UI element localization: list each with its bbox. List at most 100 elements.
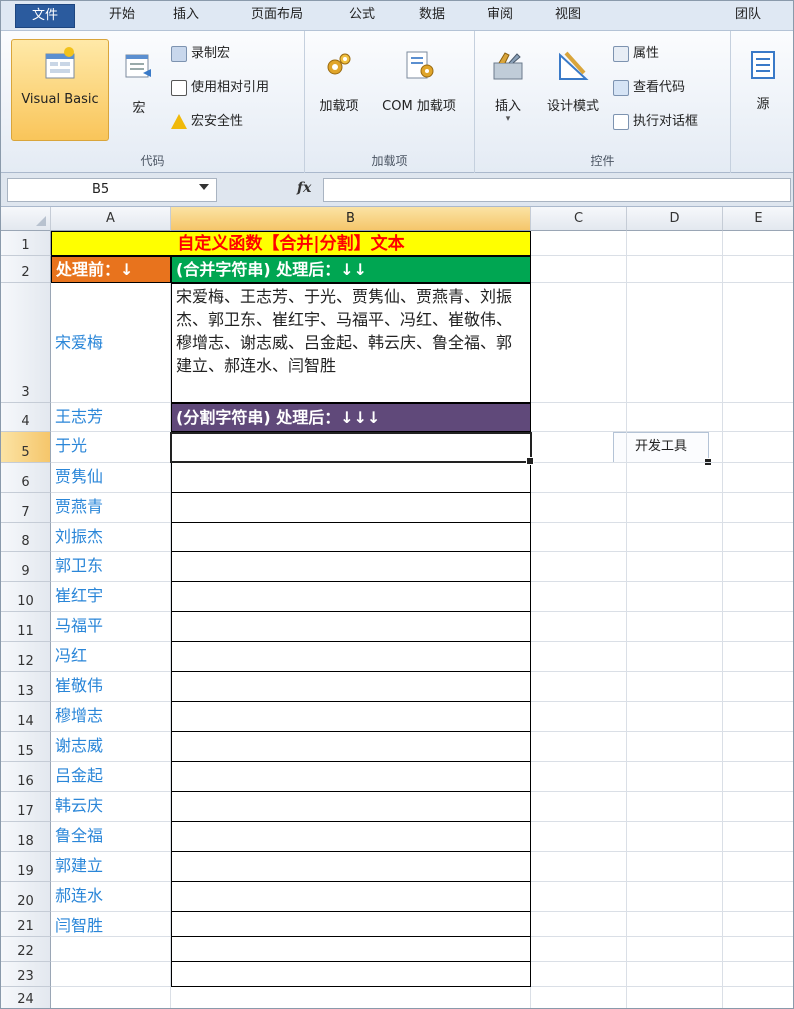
formula-input[interactable] xyxy=(323,178,791,202)
view-code-button[interactable]: 查看代码 xyxy=(613,77,685,99)
name-cell[interactable]: 王志芳 xyxy=(51,403,171,432)
split-result-cell[interactable] xyxy=(171,672,531,702)
merged-text-cell[interactable]: 宋爱梅、王志芳、于光、贾隽仙、贾燕青、刘振杰、郭卫东、崔红宇、马福平、冯红、崔敬… xyxy=(171,283,531,403)
row-header-22[interactable]: 22 xyxy=(1,937,51,962)
tab-team[interactable]: 团队 xyxy=(723,1,773,31)
addins-button[interactable]: 加载项 xyxy=(311,43,367,114)
split-result-cell[interactable] xyxy=(171,937,531,962)
name-box-dropdown-icon[interactable] xyxy=(199,184,209,190)
row-header-8[interactable]: 8 xyxy=(1,523,51,552)
name-cell[interactable]: 冯红 xyxy=(51,642,171,672)
split-result-cell[interactable] xyxy=(171,582,531,612)
row-header-18[interactable]: 18 xyxy=(1,822,51,852)
row-header-24[interactable]: 24 xyxy=(1,987,51,1008)
name-cell[interactable]: 穆增志 xyxy=(51,702,171,732)
split-label-cell[interactable]: (分割字符串) 处理后：↓↓↓ xyxy=(171,403,531,432)
name-cell[interactable]: 郭建立 xyxy=(51,852,171,882)
row-header-23[interactable]: 23 xyxy=(1,962,51,987)
column-header-c[interactable]: C xyxy=(531,207,627,231)
tab-data[interactable]: 数据 xyxy=(407,1,457,31)
split-result-cell[interactable] xyxy=(171,822,531,852)
name-cell[interactable]: 宋爱梅 xyxy=(51,283,171,403)
name-cell[interactable]: 鲁全福 xyxy=(51,822,171,852)
visual-basic-button[interactable]: Visual Basic xyxy=(11,39,109,141)
macro-security-button[interactable]: 宏安全性 xyxy=(171,111,243,133)
name-cell[interactable]: 吕金起 xyxy=(51,762,171,792)
row-header-16[interactable]: 16 xyxy=(1,762,51,792)
split-result-cell[interactable] xyxy=(171,493,531,523)
name-cell[interactable]: 于光 xyxy=(51,432,171,463)
row-header-10[interactable]: 10 xyxy=(1,582,51,612)
row-header-7[interactable]: 7 xyxy=(1,493,51,523)
insert-control-button[interactable]: 插入 ▾ xyxy=(483,43,533,124)
row-header-1[interactable]: 1 xyxy=(1,231,51,256)
name-cell[interactable]: 崔红宇 xyxy=(51,582,171,612)
tab-home[interactable]: 开始 xyxy=(97,1,147,31)
split-result-cell[interactable] xyxy=(171,732,531,762)
column-header-e[interactable]: E xyxy=(723,207,793,231)
tab-file[interactable]: 文件 xyxy=(15,4,75,28)
select-all-corner[interactable] xyxy=(1,207,51,231)
split-result-cell[interactable] xyxy=(171,912,531,937)
name-cell[interactable]: 郭卫东 xyxy=(51,552,171,582)
macros-button[interactable]: 宏 xyxy=(117,45,161,116)
row-header-13[interactable]: 13 xyxy=(1,672,51,702)
name-cell[interactable]: 崔敬伟 xyxy=(51,672,171,702)
split-result-cell[interactable] xyxy=(171,612,531,642)
name-cell[interactable]: 郝连水 xyxy=(51,882,171,912)
row-header-17[interactable]: 17 xyxy=(1,792,51,822)
column-header-a[interactable]: A xyxy=(51,207,171,231)
name-box[interactable]: B5 xyxy=(7,178,217,202)
run-dialog-button[interactable]: 执行对话框 xyxy=(613,111,698,133)
split-result-cell[interactable] xyxy=(171,642,531,672)
tab-view[interactable]: 视图 xyxy=(543,1,593,31)
split-result-cell[interactable] xyxy=(171,962,531,987)
row-header-11[interactable]: 11 xyxy=(1,612,51,642)
row-header-2[interactable]: 2 xyxy=(1,256,51,283)
row-header-4[interactable]: 4 xyxy=(1,403,51,432)
tab-page-layout[interactable]: 页面布局 xyxy=(237,1,317,31)
split-result-cell[interactable] xyxy=(171,882,531,912)
row-header-15[interactable]: 15 xyxy=(1,732,51,762)
name-cell[interactable]: 马福平 xyxy=(51,612,171,642)
row-header-19[interactable]: 19 xyxy=(1,852,51,882)
design-mode-button[interactable]: 设计模式 xyxy=(537,43,609,114)
name-cell[interactable]: 韩云庆 xyxy=(51,792,171,822)
sheet-title-cell[interactable]: 自定义函数【合并|分割】文本 xyxy=(51,231,531,256)
record-macro-button[interactable]: 录制宏 xyxy=(171,43,230,65)
row-header-12[interactable]: 12 xyxy=(1,642,51,672)
tab-insert[interactable]: 插入 xyxy=(161,1,211,31)
merge-label-cell[interactable]: (合并字符串) 处理后：↓↓ xyxy=(171,256,531,283)
row-header-6[interactable]: 6 xyxy=(1,463,51,493)
column-header-d[interactable]: D xyxy=(627,207,723,231)
name-cell[interactable]: 谢志威 xyxy=(51,732,171,762)
properties-button[interactable]: 属性 xyxy=(613,43,659,65)
split-result-cell[interactable] xyxy=(171,523,531,552)
name-cell[interactable]: 贾燕青 xyxy=(51,493,171,523)
split-result-cell[interactable] xyxy=(171,762,531,792)
row-header-9[interactable]: 9 xyxy=(1,552,51,582)
before-label-cell[interactable]: 处理前：↓ xyxy=(51,256,171,283)
split-result-cell[interactable] xyxy=(171,792,531,822)
tab-developer[interactable]: 开发工具 xyxy=(613,432,712,466)
tab-formulas[interactable]: 公式 xyxy=(337,1,387,31)
row-header-21[interactable]: 21 xyxy=(1,912,51,937)
column-header-b[interactable]: B xyxy=(171,207,531,231)
split-result-cell[interactable] xyxy=(171,463,531,493)
source-button[interactable]: 源 xyxy=(741,43,785,112)
insert-function-icon[interactable]: fx xyxy=(297,180,311,196)
active-cell-b5[interactable] xyxy=(170,432,534,465)
tab-review[interactable]: 审阅 xyxy=(475,1,525,31)
split-result-cell[interactable] xyxy=(171,552,531,582)
name-cell[interactable]: 刘振杰 xyxy=(51,523,171,552)
row-header-20[interactable]: 20 xyxy=(1,882,51,912)
relative-reference-button[interactable]: 使用相对引用 xyxy=(171,77,269,99)
split-result-cell[interactable] xyxy=(171,852,531,882)
row-header-14[interactable]: 14 xyxy=(1,702,51,732)
name-cell[interactable]: 贾隽仙 xyxy=(51,463,171,493)
name-cell[interactable]: 闫智胜 xyxy=(51,912,171,937)
split-result-cell[interactable] xyxy=(171,702,531,732)
com-addins-button[interactable]: COM 加载项 xyxy=(369,43,469,114)
row-header-3[interactable]: 3 xyxy=(1,283,51,403)
row-header-5[interactable]: 5 xyxy=(1,432,51,463)
